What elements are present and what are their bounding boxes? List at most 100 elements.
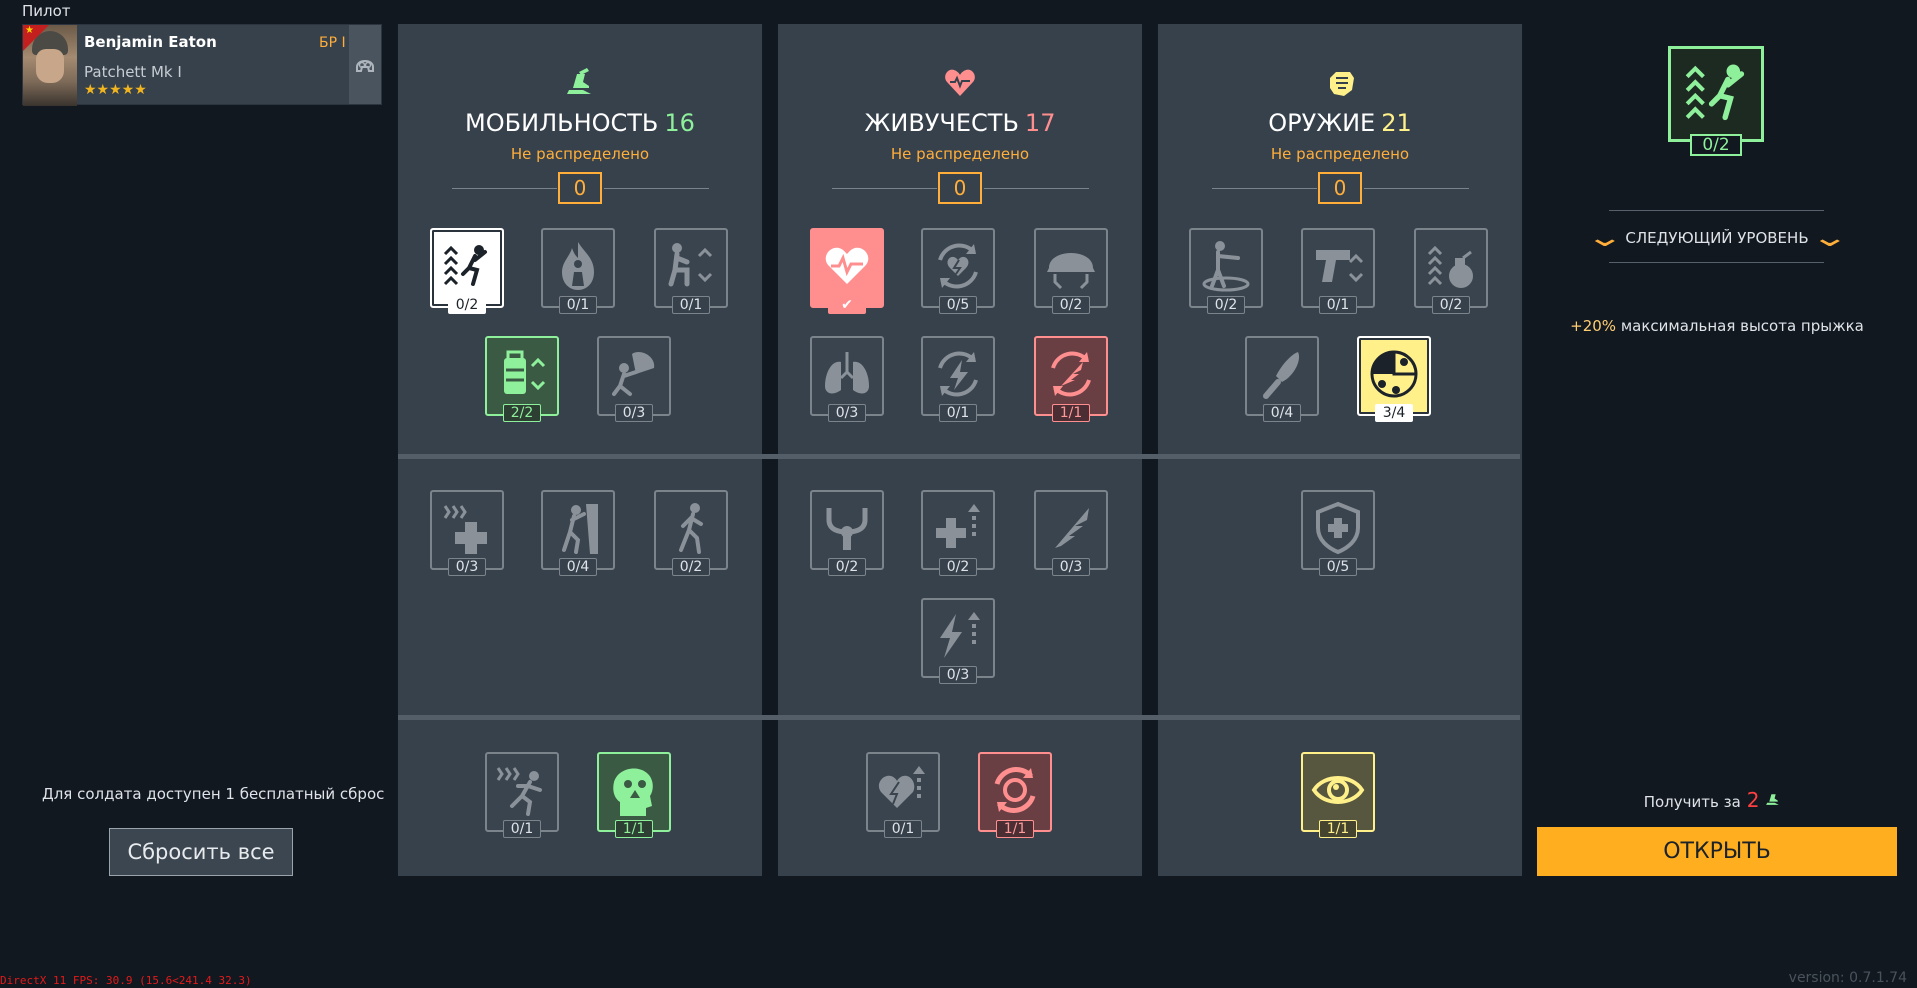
column-points: 21 bbox=[1381, 109, 1412, 137]
skill-walk-speed[interactable]: 0/2 bbox=[654, 490, 728, 576]
recoil-control-icon bbox=[826, 508, 868, 550]
reload-icon bbox=[1370, 350, 1418, 398]
selected-skill-preview bbox=[1668, 46, 1764, 142]
skill-sprint-speed[interactable]: 0/1 bbox=[485, 752, 559, 838]
chevron-down-icon: ⌄ bbox=[1584, 223, 1625, 253]
unassigned-label: Не распределено bbox=[1270, 145, 1410, 163]
lungs-icon bbox=[825, 352, 869, 394]
boot-icon bbox=[398, 68, 762, 98]
pistol-swap-icon bbox=[1316, 250, 1364, 283]
reset-all-button[interactable]: Сбросить все bbox=[109, 828, 293, 876]
eye-icon bbox=[1311, 776, 1365, 804]
version-label: version: 0.7.1.74 bbox=[1788, 970, 1907, 986]
skill-wing-refresh[interactable]: 1/1 bbox=[1034, 336, 1108, 422]
medkit-boost-icon bbox=[936, 504, 980, 548]
unlock-cost: Получить за 2 bbox=[1536, 788, 1890, 812]
column-points: 16 bbox=[664, 109, 695, 137]
jump-height-icon bbox=[1685, 64, 1745, 121]
skill-helmet[interactable]: 0/2 bbox=[1034, 228, 1108, 314]
skill-count: 0/3 bbox=[615, 404, 653, 422]
column-title: ЖИВУЧЕСТЬ 17 bbox=[864, 109, 1056, 137]
soldier-portrait: ★ bbox=[23, 25, 77, 106]
skill-aim-move[interactable]: 0/2 bbox=[1189, 228, 1263, 314]
skill-knife[interactable]: 0/4 bbox=[1245, 336, 1319, 422]
open-button[interactable]: ОТКРЫТЬ bbox=[1537, 827, 1897, 876]
skill-count: 0/5 bbox=[939, 296, 977, 314]
climb-icon bbox=[562, 504, 598, 554]
heal-speed-icon bbox=[443, 505, 487, 554]
pilot-helmet-icon[interactable] bbox=[349, 25, 381, 104]
skill-count: 0/3 bbox=[828, 404, 866, 422]
skill-count: 0/2 bbox=[828, 558, 866, 576]
jump-height-icon bbox=[443, 245, 487, 286]
selected-skill-count: 0/2 bbox=[1690, 134, 1742, 156]
skill-count: 0/1 bbox=[672, 296, 710, 314]
next-level-header: ⌄ СЛЕДУЮЩИЙ УРОВЕНЬ ⌄ bbox=[1584, 223, 1850, 253]
skill-armor-shield[interactable]: 0/5 bbox=[1301, 490, 1375, 576]
skill-heart-boost[interactable]: 0/1 bbox=[866, 752, 940, 838]
skill-energy-regen[interactable]: 0/1 bbox=[921, 336, 995, 422]
skill-climb[interactable]: 0/4 bbox=[541, 490, 615, 576]
aim-move-icon bbox=[1202, 241, 1250, 292]
stamina-regen-icon bbox=[938, 243, 978, 289]
skill-count: 0/1 bbox=[559, 296, 597, 314]
skill-fire-resistance[interactable]: 0/1 bbox=[541, 228, 615, 314]
skill-count: 0/4 bbox=[1263, 404, 1301, 422]
skill-recoil-control[interactable]: 0/2 bbox=[810, 490, 884, 576]
skill-bonus-description: +20% максимальная высота прыжка bbox=[1570, 317, 1864, 335]
skill-count: 0/2 bbox=[1432, 296, 1470, 314]
skill-count: 0/5 bbox=[1319, 558, 1357, 576]
skill-count: 0/2 bbox=[672, 558, 710, 576]
unassigned-label: Не распределено bbox=[890, 145, 1030, 163]
boot-icon bbox=[1766, 794, 1780, 805]
skill-count: 3/4 bbox=[1375, 404, 1413, 422]
skill-energy-boost[interactable]: 0/3 bbox=[921, 598, 995, 684]
skill-count: 0/2 bbox=[1052, 296, 1090, 314]
soldier-card[interactable]: ★ Benjamin Eaton БР I Patchett Mk I ★★★★… bbox=[22, 24, 382, 106]
skill-lungs[interactable]: 0/3 bbox=[810, 336, 884, 422]
skill-parachute[interactable]: 0/3 bbox=[597, 336, 671, 422]
fire-resistance-icon bbox=[562, 242, 594, 290]
heart-health-icon bbox=[825, 247, 869, 284]
skill-medkit-boost[interactable]: 0/2 bbox=[921, 490, 995, 576]
skill-revive[interactable]: 1/1 bbox=[978, 752, 1052, 838]
skill-count: 0/1 bbox=[1319, 296, 1357, 314]
unassigned-points: 0 bbox=[938, 172, 982, 204]
skill-crouch-speed[interactable]: 0/1 bbox=[654, 228, 728, 314]
skill-heart-health[interactable]: ✔ bbox=[810, 228, 884, 314]
knife-icon bbox=[1263, 352, 1300, 399]
parachute-icon bbox=[612, 351, 655, 396]
grenade-capacity-icon bbox=[1427, 245, 1473, 288]
energy-boost-icon bbox=[940, 612, 980, 658]
revive-icon bbox=[994, 767, 1036, 813]
skill-count: 0/3 bbox=[939, 666, 977, 684]
skill-jump-height[interactable]: 0/2 bbox=[430, 228, 504, 314]
soldier-vehicle: Patchett Mk I bbox=[84, 63, 182, 81]
skill-count: 0/2 bbox=[1207, 296, 1245, 314]
walk-speed-icon bbox=[679, 503, 703, 554]
skill-count: 1/1 bbox=[1052, 404, 1090, 422]
skill-wing[interactable]: 0/3 bbox=[1034, 490, 1108, 576]
armor-shield-icon bbox=[1316, 501, 1360, 555]
skill-stress-resistance[interactable]: 1/1 bbox=[597, 752, 671, 838]
fist-icon bbox=[1158, 68, 1522, 98]
chevron-down-icon: ⌄ bbox=[1809, 223, 1850, 253]
sprint-speed-icon bbox=[496, 767, 542, 816]
skill-backpack-capacity[interactable]: 2/2 bbox=[485, 336, 559, 422]
skill-heal-speed[interactable]: 0/3 bbox=[430, 490, 504, 576]
skill-count: 0/1 bbox=[884, 820, 922, 838]
skill-reload[interactable]: 3/4 bbox=[1357, 336, 1431, 422]
skill-count: 1/1 bbox=[1319, 820, 1357, 838]
skill-count: 0/1 bbox=[503, 820, 541, 838]
skill-grenade-capacity[interactable]: 0/2 bbox=[1414, 228, 1488, 314]
skill-count: 0/3 bbox=[1052, 558, 1090, 576]
column-title: ОРУЖИЕ 21 bbox=[1268, 109, 1412, 137]
skill-stamina-regen[interactable]: 0/5 bbox=[921, 228, 995, 314]
pilot-label: Пилот bbox=[22, 2, 71, 20]
soldier-name: Benjamin Eaton bbox=[84, 33, 217, 51]
tier-divider bbox=[398, 454, 1520, 459]
skill-pistol-swap[interactable]: 0/1 bbox=[1301, 228, 1375, 314]
column-weapons: ОРУЖИЕ 21 Не распределено 0 bbox=[1158, 24, 1522, 876]
skill-eye[interactable]: 1/1 bbox=[1301, 752, 1375, 838]
unassigned-points: 0 bbox=[558, 172, 602, 204]
